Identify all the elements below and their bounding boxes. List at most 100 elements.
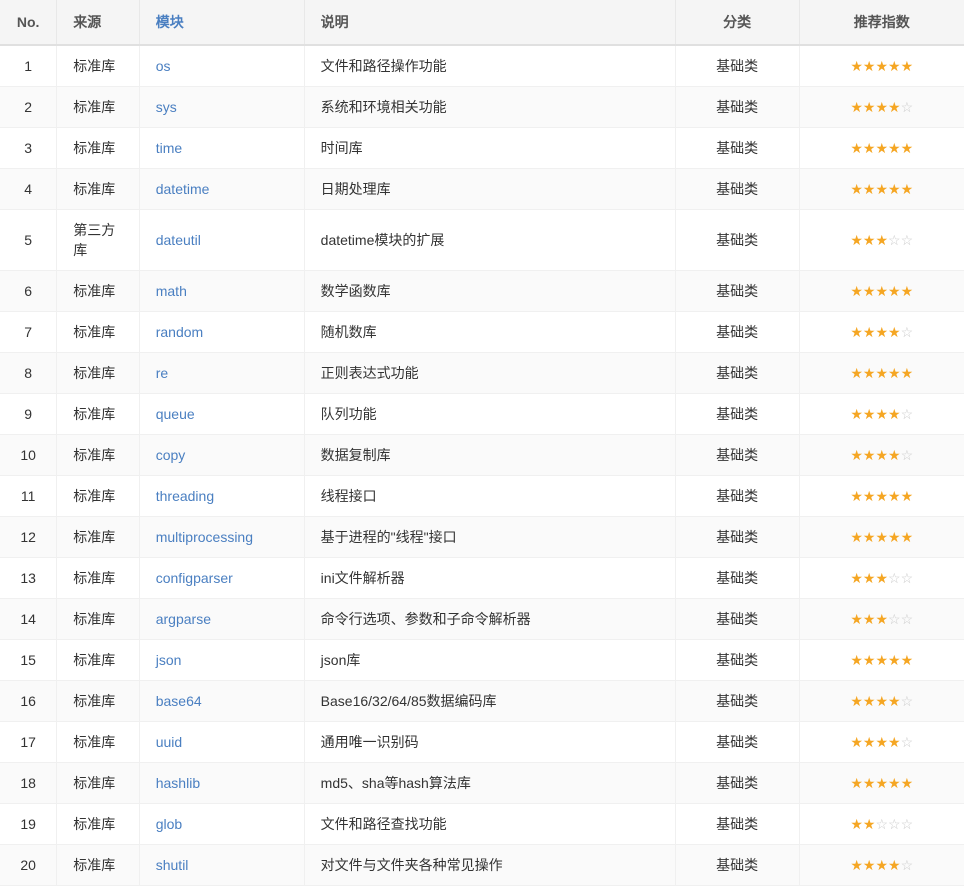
star-filled: ★: [850, 232, 863, 248]
table-row: 9 标准库 queue 队列功能 基础类 ★★★★☆: [0, 394, 964, 435]
star-filled: ★: [888, 775, 901, 791]
cell-module: threading: [139, 476, 304, 517]
header-desc: 说明: [304, 0, 675, 45]
star-empty: ☆: [888, 816, 901, 832]
star-filled: ★: [875, 324, 888, 340]
star-empty: ☆: [875, 816, 888, 832]
table-row: 1 标准库 os 文件和路径操作功能 基础类 ★★★★★: [0, 45, 964, 87]
cell-no: 12: [0, 517, 57, 558]
star-filled: ★: [863, 99, 876, 115]
cell-category: 基础类: [675, 845, 799, 886]
star-filled: ★: [863, 140, 876, 156]
star-empty: ☆: [901, 734, 914, 750]
star-filled: ★: [850, 570, 863, 586]
cell-category: 基础类: [675, 640, 799, 681]
cell-source: 标准库: [57, 394, 139, 435]
star-half: ★: [888, 734, 901, 750]
cell-rating: ★★★☆☆: [799, 210, 964, 271]
star-filled: ★: [875, 181, 888, 197]
star-filled: ★: [863, 529, 876, 545]
cell-module: random: [139, 312, 304, 353]
cell-rating: ★★★★☆: [799, 394, 964, 435]
cell-desc: 正则表达式功能: [304, 353, 675, 394]
cell-no: 6: [0, 271, 57, 312]
cell-desc: 系统和环境相关功能: [304, 87, 675, 128]
star-filled: ★: [850, 406, 863, 422]
cell-desc: 通用唯一识别码: [304, 722, 675, 763]
header-category: 分类: [675, 0, 799, 45]
cell-module: json: [139, 640, 304, 681]
cell-category: 基础类: [675, 476, 799, 517]
cell-module: argparse: [139, 599, 304, 640]
cell-category: 基础类: [675, 87, 799, 128]
cell-module: datetime: [139, 169, 304, 210]
cell-module: configparser: [139, 558, 304, 599]
star-half: ★: [888, 857, 901, 873]
star-filled: ★: [863, 181, 876, 197]
cell-category: 基础类: [675, 353, 799, 394]
cell-rating: ★★☆☆☆: [799, 804, 964, 845]
cell-desc: 时间库: [304, 128, 675, 169]
star-half: ★: [875, 611, 888, 627]
cell-source: 标准库: [57, 517, 139, 558]
star-filled: ★: [875, 406, 888, 422]
star-filled: ★: [888, 181, 901, 197]
star-filled: ★: [850, 365, 863, 381]
star-half: ★: [863, 816, 876, 832]
cell-desc: 日期处理库: [304, 169, 675, 210]
star-filled: ★: [850, 58, 863, 74]
cell-no: 2: [0, 87, 57, 128]
star-filled: ★: [850, 529, 863, 545]
cell-rating: ★★★★★: [799, 128, 964, 169]
star-half: ★: [901, 652, 914, 668]
star-filled: ★: [850, 99, 863, 115]
table-row: 10 标准库 copy 数据复制库 基础类 ★★★★☆: [0, 435, 964, 476]
star-filled: ★: [888, 488, 901, 504]
cell-module: math: [139, 271, 304, 312]
cell-no: 17: [0, 722, 57, 763]
star-filled: ★: [875, 488, 888, 504]
star-empty: ☆: [901, 406, 914, 422]
star-filled: ★: [850, 488, 863, 504]
cell-desc: 数学函数库: [304, 271, 675, 312]
cell-source: 标准库: [57, 312, 139, 353]
star-filled: ★: [850, 775, 863, 791]
star-filled: ★: [863, 611, 876, 627]
cell-source: 标准库: [57, 722, 139, 763]
cell-rating: ★★★★★: [799, 763, 964, 804]
cell-category: 基础类: [675, 681, 799, 722]
header-rating: 推荐指数: [799, 0, 964, 45]
cell-desc: 命令行选项、参数和子命令解析器: [304, 599, 675, 640]
star-filled: ★: [850, 283, 863, 299]
table-row: 15 标准库 json json库 基础类 ★★★★★: [0, 640, 964, 681]
table-row: 20 标准库 shutil 对文件与文件夹各种常见操作 基础类 ★★★★☆: [0, 845, 964, 886]
cell-no: 18: [0, 763, 57, 804]
header-module: 模块: [139, 0, 304, 45]
cell-category: 基础类: [675, 312, 799, 353]
cell-rating: ★★★☆☆: [799, 599, 964, 640]
cell-no: 14: [0, 599, 57, 640]
cell-no: 20: [0, 845, 57, 886]
cell-category: 基础类: [675, 517, 799, 558]
cell-no: 4: [0, 169, 57, 210]
cell-category: 基础类: [675, 210, 799, 271]
star-empty: ☆: [901, 232, 914, 248]
star-filled: ★: [863, 734, 876, 750]
cell-desc: datetime模块的扩展: [304, 210, 675, 271]
star-filled: ★: [863, 570, 876, 586]
cell-module: re: [139, 353, 304, 394]
cell-desc: 基于进程的"线程"接口: [304, 517, 675, 558]
table-row: 13 标准库 configparser ini文件解析器 基础类 ★★★☆☆: [0, 558, 964, 599]
cell-category: 基础类: [675, 804, 799, 845]
cell-category: 基础类: [675, 169, 799, 210]
cell-no: 11: [0, 476, 57, 517]
star-filled: ★: [875, 652, 888, 668]
star-filled: ★: [863, 488, 876, 504]
cell-no: 7: [0, 312, 57, 353]
star-empty: ☆: [901, 611, 914, 627]
star-filled: ★: [888, 365, 901, 381]
star-filled: ★: [863, 283, 876, 299]
table-row: 14 标准库 argparse 命令行选项、参数和子命令解析器 基础类 ★★★☆…: [0, 599, 964, 640]
cell-desc: 数据复制库: [304, 435, 675, 476]
star-half: ★: [875, 570, 888, 586]
